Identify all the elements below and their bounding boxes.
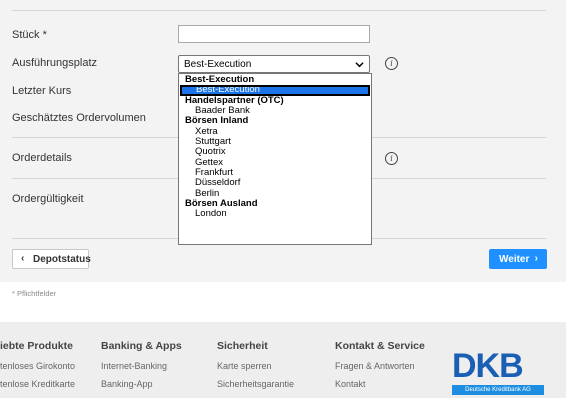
ordergueltigkeit-label: Ordergültigkeit xyxy=(12,193,84,205)
footer-heading: Banking & Apps xyxy=(101,340,182,352)
depotstatus-button-label: Depotstatus xyxy=(33,254,91,265)
ordervolumen-label: Geschätztes Ordervolumen xyxy=(12,112,146,124)
footer-column: Banking & Apps Internet-Banking Banking-… xyxy=(101,340,182,392)
info-icon[interactable]: i xyxy=(385,57,398,70)
footer-link[interactable]: tenlose Kreditkarte xyxy=(0,376,75,392)
divider xyxy=(12,10,546,11)
chevron-down-icon xyxy=(355,62,364,68)
logo-subtitle: Deutsche Kreditbank AG xyxy=(452,385,544,395)
orderdetails-label: Orderdetails xyxy=(12,152,72,164)
ausfuehrungsplatz-label: Ausführungsplatz xyxy=(12,57,97,69)
weiter-button-label: Weiter xyxy=(499,254,530,265)
footer-link[interactable]: Internet-Banking xyxy=(101,358,182,374)
footer-heading: Sicherheit xyxy=(217,340,268,352)
stueck-label: Stück * xyxy=(12,29,47,41)
ausfuehrungsplatz-dropdown[interactable]: Best-Execution Best-Execution Handelspartn… xyxy=(178,73,372,245)
footer-heading: Kontakt & Service xyxy=(335,340,425,352)
ausfuehrungsplatz-select[interactable]: Best-Execution xyxy=(178,55,370,73)
required-note: * Pflichtfelder xyxy=(12,289,57,298)
letzter-kurs-label: Letzter Kurs xyxy=(12,85,72,97)
footer-link[interactable]: Karte sperren xyxy=(217,358,294,374)
select-value: Best-Execution xyxy=(184,59,252,70)
chevron-left-icon: ‹ xyxy=(21,253,25,264)
footer-link[interactable]: Banking-App xyxy=(101,376,182,392)
logo-text: DKB xyxy=(452,347,524,385)
dkb-logo[interactable]: DKB Deutsche Kreditbank AG xyxy=(452,349,544,399)
footer-link[interactable]: Kontakt xyxy=(335,376,425,392)
chevron-right-icon: › xyxy=(534,253,538,264)
depotstatus-button[interactable]: ‹ Depotstatus xyxy=(12,249,91,269)
weiter-button[interactable]: Weiter › xyxy=(489,249,547,269)
footer-column: iebte Produkte tenloses Girokonto tenlos… xyxy=(0,340,75,392)
footer-column: Kontakt & Service Fragen & Antworten Kon… xyxy=(335,340,425,392)
footer-link[interactable]: tenloses Girokonto xyxy=(0,358,75,374)
info-icon[interactable]: i xyxy=(385,152,398,165)
footer-link[interactable]: Fragen & Antworten xyxy=(335,358,425,374)
footer: iebte Produkte tenloses Girokonto tenlos… xyxy=(0,322,566,398)
dropdown-option[interactable]: London xyxy=(179,209,371,220)
footer-column: Sicherheit Karte sperren Sicherheitsgara… xyxy=(217,340,294,392)
stueck-input[interactable] xyxy=(178,25,370,43)
footer-link[interactable]: Sicherheitsgarantie xyxy=(217,376,294,392)
footer-heading: iebte Produkte xyxy=(0,340,73,352)
